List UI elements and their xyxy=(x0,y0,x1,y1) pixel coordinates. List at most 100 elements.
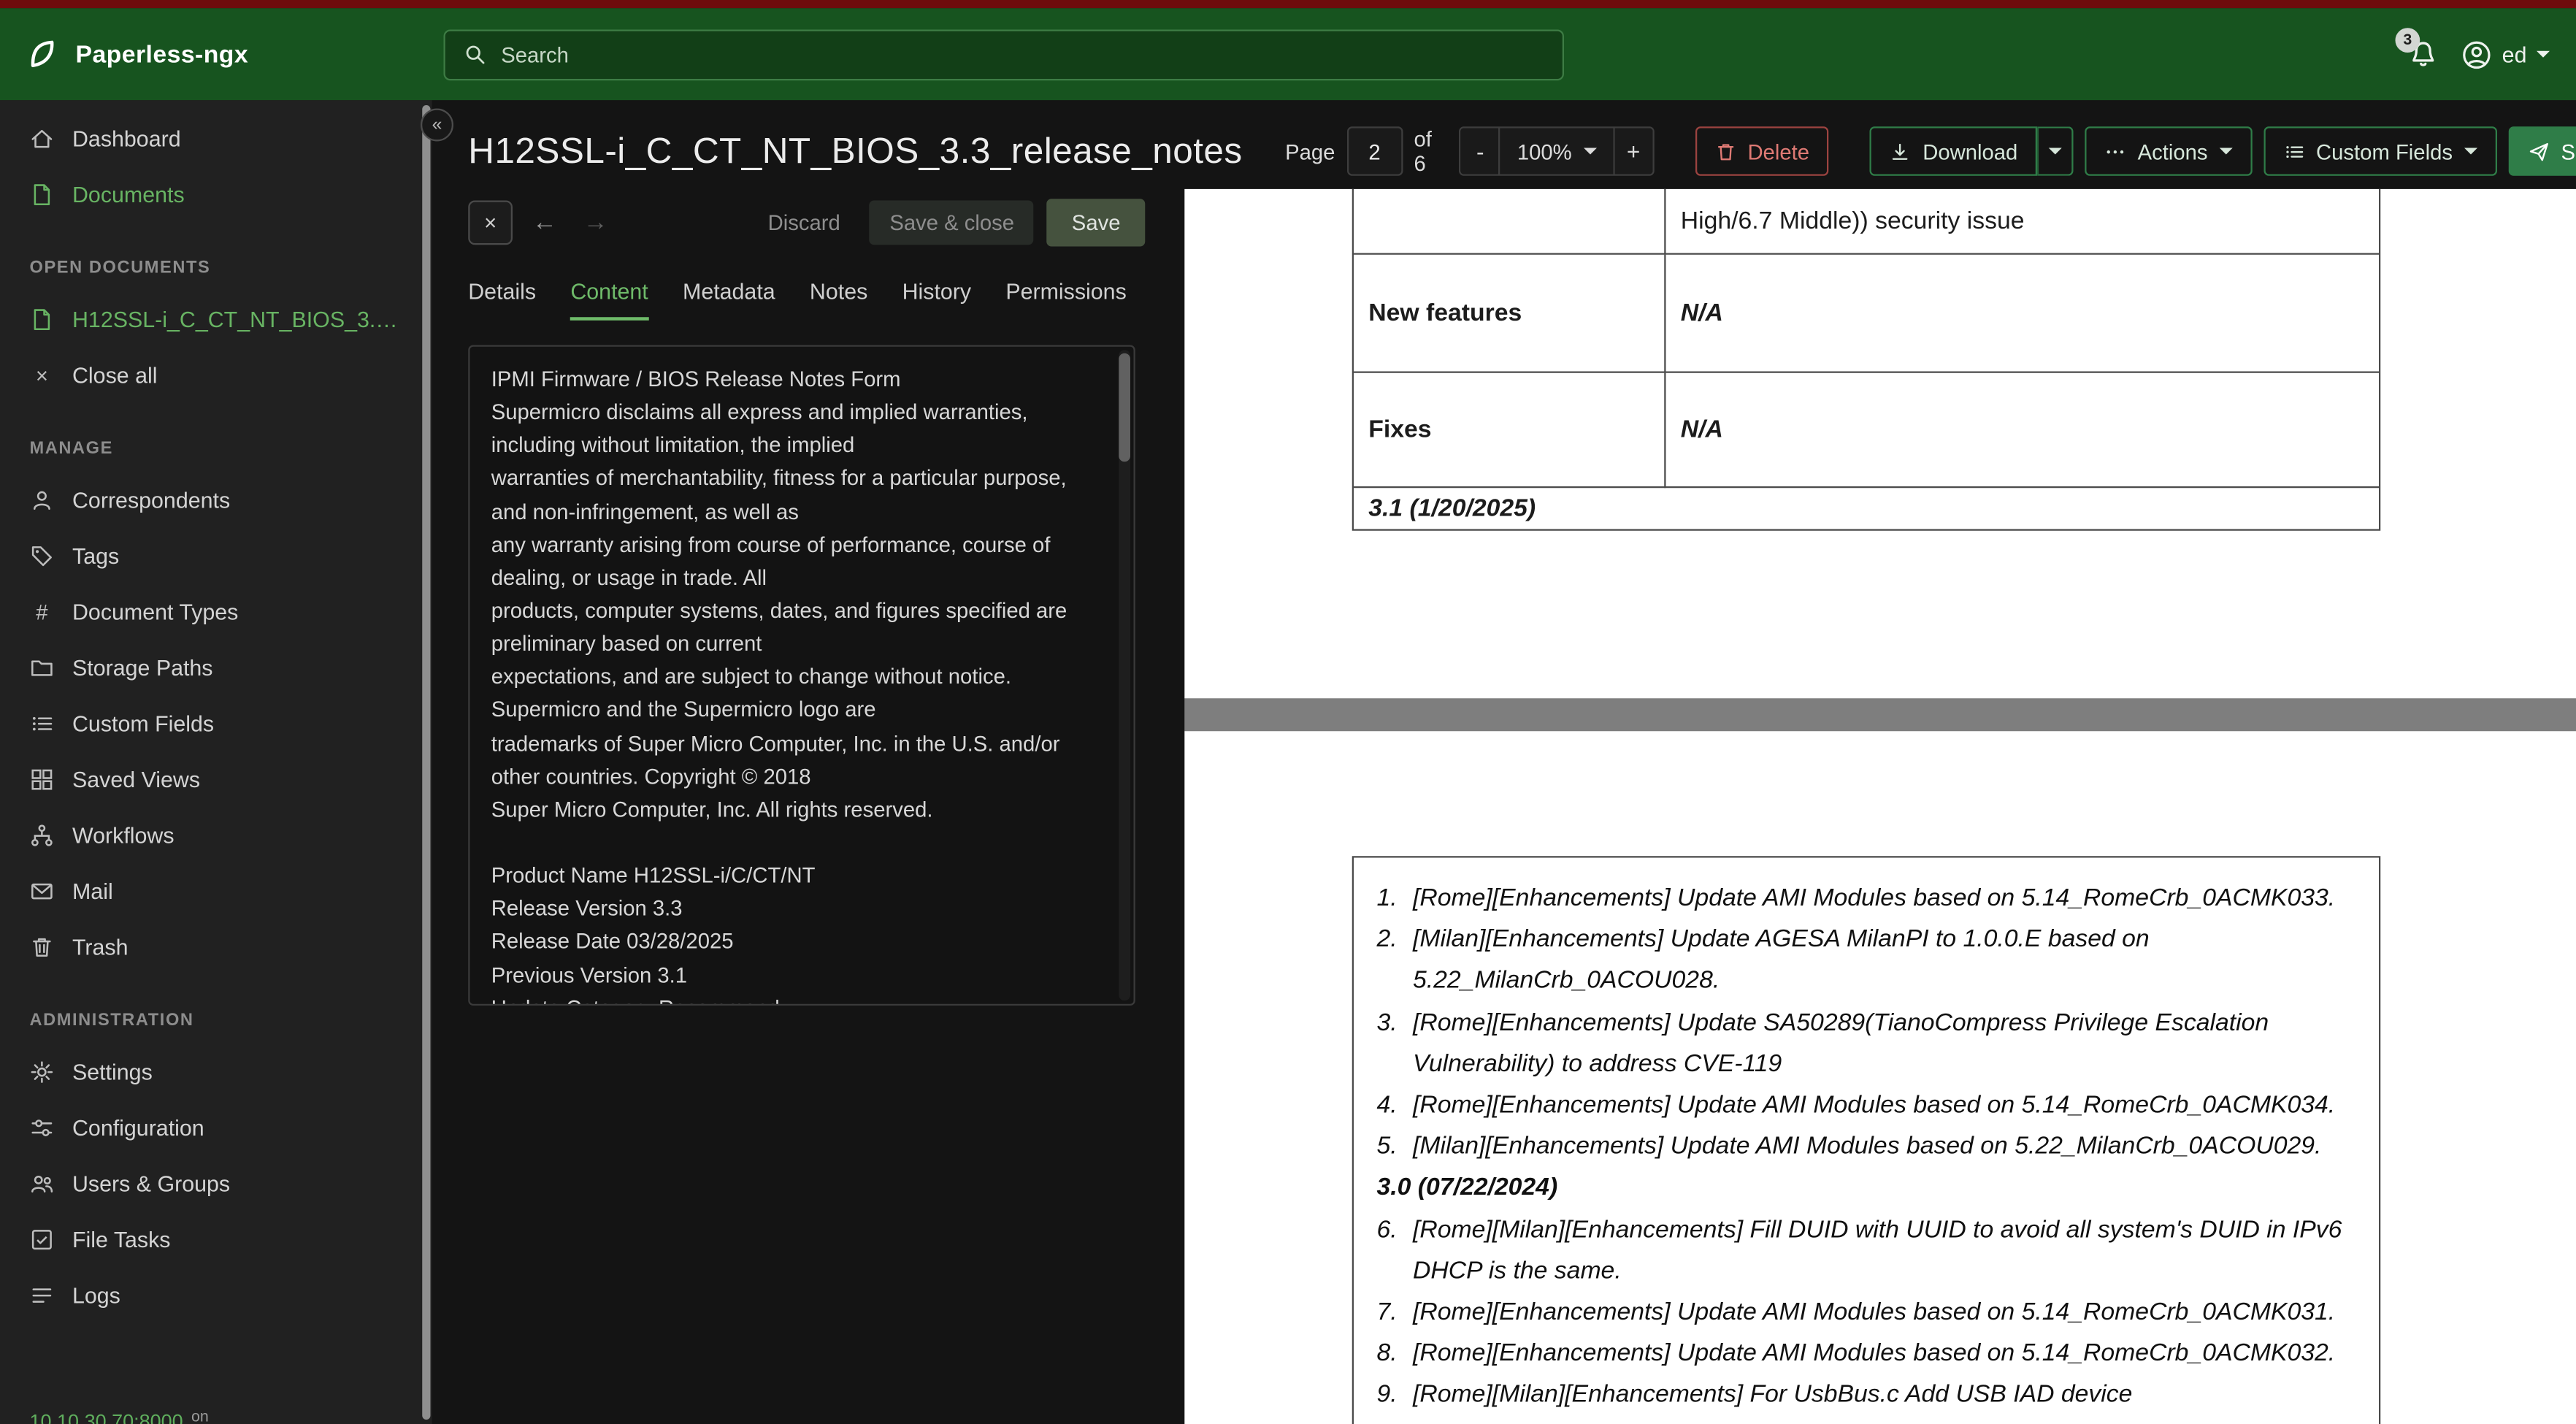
page-navigation: Page of 6 xyxy=(1285,126,1441,176)
enhancement-list: 1. [Rome][Enhancements] Update AMI Module… xyxy=(1352,856,2381,1424)
tab-details[interactable]: Details xyxy=(468,280,536,321)
sidebar-item-storage-paths[interactable]: Storage Paths xyxy=(0,639,432,695)
content-textarea[interactable]: IPMI Firmware / BIOS Release Notes Form … xyxy=(468,345,1135,1006)
actions-label: Actions xyxy=(2137,139,2208,164)
sidebar-item-label: Custom Fields xyxy=(72,711,215,735)
actions-button[interactable]: Actions xyxy=(2085,126,2253,176)
main-content: H12SSL-i_C_CT_NT_BIOS_3.3_release_notes … xyxy=(432,100,2576,1424)
sidebar-collapse-button[interactable]: « xyxy=(421,108,453,142)
notifications-button[interactable]: 3 xyxy=(2395,28,2438,69)
document-edit-pane: × ← → Discard Save & close Save Details … xyxy=(468,189,1146,1424)
zoom-in-button[interactable]: + xyxy=(1614,128,1652,175)
sidebar-item-label: Configuration xyxy=(72,1114,204,1140)
sidebar-item-file-tasks[interactable]: File Tasks xyxy=(0,1211,432,1267)
user-menu[interactable]: ed xyxy=(2461,39,2550,70)
download-button[interactable]: Download xyxy=(1870,126,2038,176)
content-scrollbar[interactable] xyxy=(1119,350,1130,1001)
previous-document-button[interactable]: ← xyxy=(526,205,564,240)
sidebar-item-label: Storage Paths xyxy=(72,654,213,680)
save-button[interactable]: Save xyxy=(1047,199,1146,247)
hash-icon: # xyxy=(36,599,48,624)
page-gap xyxy=(1184,698,2576,731)
sidebar-item-label: Mail xyxy=(72,878,113,903)
edit-actions-row: × ← → Discard Save & close Save xyxy=(468,199,1146,247)
download-label: Download xyxy=(1923,139,2018,164)
tab-metadata[interactable]: Metadata xyxy=(683,280,775,321)
table-cell-value: N/A xyxy=(1665,373,2379,489)
sidebar-close-all[interactable]: × Close all xyxy=(0,347,432,403)
delete-label: Delete xyxy=(1747,139,1809,164)
sidebar-item-label: File Tasks xyxy=(72,1226,171,1252)
global-search[interactable] xyxy=(443,28,1564,80)
document-toolbar: Page of 6 - 100% + xyxy=(1285,126,2576,176)
sidebar-scrollbar[interactable] xyxy=(422,105,431,1420)
list-item: 9. [Rome][Milan][Enhancements] For UsbBus… xyxy=(1376,1380,2133,1424)
delete-button[interactable]: Delete xyxy=(1695,126,1829,176)
sidebar-item-workflows[interactable]: Workflows xyxy=(0,807,432,863)
list-item: 8. [Rome][Enhancements] Update AMI Module… xyxy=(1376,1339,2336,1368)
sidebar-item-documents[interactable]: Documents xyxy=(0,166,432,222)
grid-icon xyxy=(30,767,55,792)
discard-button[interactable]: Discard xyxy=(751,201,856,245)
release-notes-table: High/6.7 Middle)) security issue New fea… xyxy=(1352,188,2381,531)
list-icon xyxy=(2283,140,2304,161)
close-document-button[interactable]: × xyxy=(468,200,513,245)
chevron-down-icon xyxy=(2537,50,2550,58)
document-body: × ← → Discard Save & close Save Details … xyxy=(432,188,2576,1424)
sidebar-item-logs[interactable]: Logs xyxy=(0,1267,432,1323)
close-all-label: Close all xyxy=(72,362,158,387)
sidebar-item-tags[interactable]: Tags xyxy=(0,527,432,583)
workflow-icon xyxy=(30,822,55,847)
sidebar-item-label: Dashboard xyxy=(72,126,181,150)
save-and-close-button[interactable]: Save & close xyxy=(870,200,1035,245)
sidebar-item-settings[interactable]: Settings xyxy=(0,1044,432,1100)
sidebar-item-users-groups[interactable]: Users & Groups xyxy=(0,1155,432,1211)
content-scrollbar-thumb[interactable] xyxy=(1119,353,1130,462)
sidebar-item-label: Correspondents xyxy=(72,487,231,512)
tab-permissions[interactable]: Permissions xyxy=(1005,280,1126,321)
list-icon xyxy=(30,711,55,735)
file-icon xyxy=(30,182,55,207)
sidebar-item-label: Workflows xyxy=(72,822,175,847)
sidebar-item-document-types[interactable]: # Document Types xyxy=(0,583,432,640)
open-documents-header: OPEN DOCUMENTS xyxy=(29,258,211,278)
download-split-button: Download xyxy=(1870,126,2074,176)
sidebar-item-correspondents[interactable]: Correspondents xyxy=(0,472,432,528)
tab-notes[interactable]: Notes xyxy=(810,280,867,321)
table-cell-value: N/A xyxy=(1665,255,2379,373)
administration-header: ADMINISTRATION xyxy=(29,1010,194,1030)
document-title: H12SSL-i_C_CT_NT_BIOS_3.3_release_notes xyxy=(468,129,1243,171)
sidebar-item-custom-fields[interactable]: Custom Fields xyxy=(0,695,432,751)
sidebar-item-saved-views[interactable]: Saved Views xyxy=(0,751,432,807)
sidebar-footer-host[interactable]: 10.10.30.70:8000 on xyxy=(30,1408,209,1424)
tab-history[interactable]: History xyxy=(902,280,972,321)
sidebar-item-label: Saved Views xyxy=(72,766,201,792)
manage-header: MANAGE xyxy=(29,438,113,459)
send-button[interactable]: Send xyxy=(2508,126,2576,176)
custom-fields-button[interactable]: Custom Fields xyxy=(2263,126,2497,176)
list-item: 3. [Rome][Enhancements] Update SA50289(Ti… xyxy=(1376,1008,2269,1078)
trash-icon xyxy=(1714,140,1736,161)
sidebar-item-mail[interactable]: Mail xyxy=(0,862,432,919)
page-number-input[interactable] xyxy=(1346,126,1403,176)
table-version-row: 3.1 (1/20/2025) xyxy=(1354,488,2379,531)
topbar-right: 3 ed xyxy=(2395,28,2550,70)
pdf-page-2: High/6.7 Middle)) security issue New fea… xyxy=(1184,188,2576,699)
sidebar-item-label: Tags xyxy=(72,543,120,568)
next-document-button[interactable]: → xyxy=(577,205,615,240)
send-label: Send xyxy=(2561,139,2576,164)
download-dropdown-button[interactable] xyxy=(2037,126,2074,176)
tab-content[interactable]: Content xyxy=(570,280,648,321)
zoom-level-select[interactable]: 100% xyxy=(1499,128,1615,175)
sidebar-open-document[interactable]: H12SSL-i_C_CT_NT_BIOS_3.3_rel... xyxy=(0,291,432,347)
sidebar-item-dashboard[interactable]: Dashboard xyxy=(0,110,432,166)
sidebar-item-configuration[interactable]: Configuration xyxy=(0,1099,432,1155)
content-editor-wrap: IPMI Firmware / BIOS Release Notes Form … xyxy=(468,345,1135,1006)
search-input[interactable] xyxy=(501,42,1544,67)
sidebar-item-trash[interactable]: Trash xyxy=(0,919,432,975)
chevron-down-icon xyxy=(2049,148,2063,155)
zoom-out-button[interactable]: - xyxy=(1461,128,1500,175)
gear-icon xyxy=(30,1059,55,1084)
sidebar-footer-suffix: on xyxy=(191,1408,209,1424)
checklist-icon xyxy=(30,1227,55,1252)
